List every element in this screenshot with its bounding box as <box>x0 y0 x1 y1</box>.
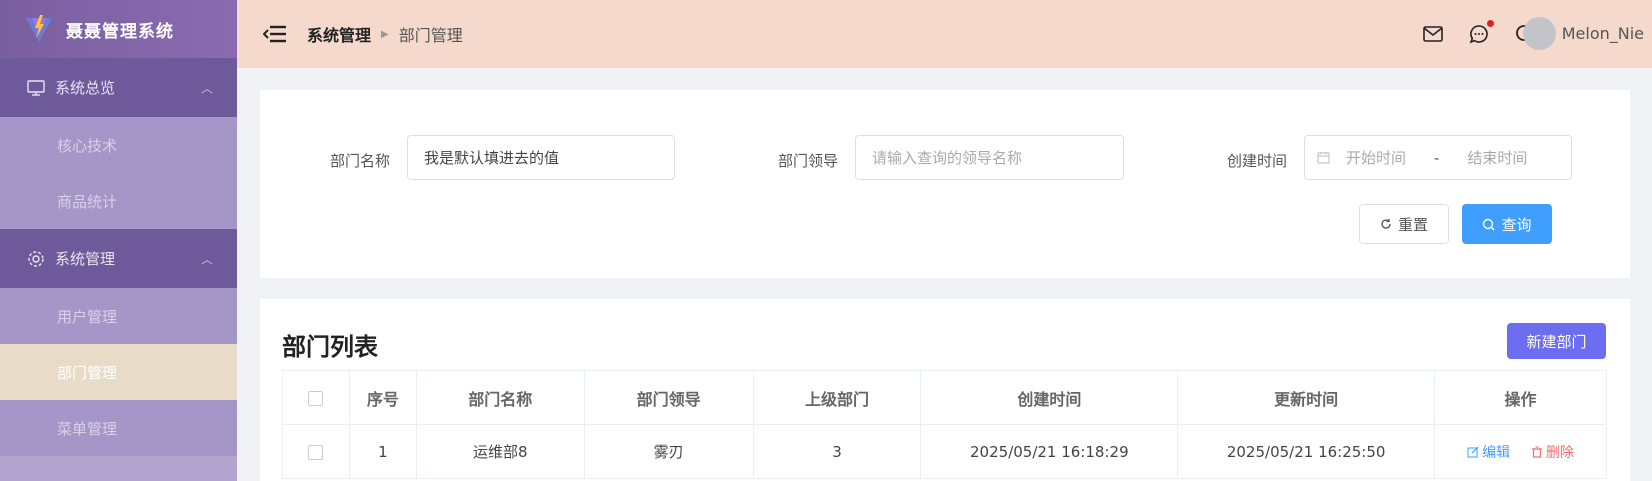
app-title: 聂聂管理系统 <box>66 21 174 42</box>
avatar[interactable] <box>1522 17 1556 50</box>
edit-label: 编辑 <box>1482 444 1511 461</box>
breadcrumb-separator-icon: ▶ <box>381 28 389 40</box>
top-header: 系统管理 ▶ 部门管理 Melon_Nie <box>237 0 1652 68</box>
range-separator: - <box>1434 148 1440 167</box>
reset-button[interactable]: 重置 <box>1359 204 1449 244</box>
cell-actions: 编辑 删除 <box>1434 424 1607 479</box>
refresh-icon <box>1380 218 1392 230</box>
date-range-picker[interactable]: 开始时间 - 结束时间 <box>1304 135 1572 180</box>
logo: 聂聂管理系统 <box>0 0 237 58</box>
select-all-cell <box>282 370 350 425</box>
username: Melon_Nie <box>1561 24 1644 43</box>
cell-updated: 2025/05/21 16:25:50 <box>1177 424 1436 479</box>
sidebar-item-label: 菜单管理 <box>57 419 118 438</box>
query-label: 查询 <box>1501 215 1532 234</box>
cell-dept-name: 运维部8 <box>415 424 585 479</box>
breadcrumb: 系统管理 ▶ 部门管理 <box>307 22 463 46</box>
department-table: 序号 部门名称 部门领导 上级部门 创建时间 更新时间 操作 1 运维部8 雾刃… <box>282 370 1607 479</box>
cell-leader: 雾刃 <box>583 424 754 479</box>
end-time-input[interactable]: 结束时间 <box>1467 147 1527 168</box>
cell-created: 2025/05/21 16:18:29 <box>920 424 1179 479</box>
column-header: 部门名称 <box>415 370 585 425</box>
delete-button[interactable]: 删除 <box>1531 442 1574 462</box>
table-row: 1 运维部8 雾刃 3 2025/05/21 16:18:29 2025/05/… <box>282 424 1607 479</box>
search-form: 部门名称 我是默认填进去的值 部门领导 请输入查询的领导名称 创建时间 开始时间… <box>260 90 1630 278</box>
menu-group-label: 系统管理 <box>55 250 116 268</box>
reset-label: 重置 <box>1397 215 1428 234</box>
sidebar-item-label: 商品统计 <box>57 192 118 211</box>
sidebar-item-label: 部门管理 <box>57 363 118 382</box>
created-time-label: 创建时间 <box>1227 152 1288 170</box>
sidebar-item-label: 核心技术 <box>57 136 118 155</box>
edit-icon <box>1467 446 1479 457</box>
chevron-up-icon: ︿ <box>200 81 213 95</box>
menu-group-overview[interactable]: 系统总览 ︿ <box>0 58 237 117</box>
mail-icon[interactable] <box>1421 22 1445 46</box>
chat-icon[interactable] <box>1467 20 1494 46</box>
dept-name-label: 部门名称 <box>330 152 391 170</box>
sidebar-item-menus[interactable]: 菜单管理 <box>0 400 237 456</box>
start-time-input[interactable]: 开始时间 <box>1346 147 1434 168</box>
leader-label: 部门领导 <box>778 152 839 170</box>
monitor-icon <box>27 79 45 97</box>
query-button[interactable]: 查询 <box>1462 204 1552 244</box>
column-header: 更新时间 <box>1177 370 1436 425</box>
sidebar-item-departments[interactable]: 部门管理 <box>0 344 237 400</box>
cell-parent: 3 <box>752 424 922 479</box>
column-header: 操作 <box>1434 370 1607 425</box>
logo-icon <box>26 15 52 42</box>
leader-input[interactable]: 请输入查询的领导名称 <box>855 135 1124 180</box>
search-icon <box>1482 218 1495 231</box>
user-menu[interactable]: Melon_Nie <box>1522 17 1644 50</box>
calendar-icon <box>1317 151 1330 164</box>
collapse-menu-icon[interactable] <box>263 24 287 44</box>
column-header: 序号 <box>348 370 417 425</box>
row-select-cell <box>282 424 350 479</box>
menu-group-system[interactable]: 系统管理 ︿ <box>0 229 237 288</box>
menu-group-label: 系统总览 <box>55 79 116 97</box>
select-all-checkbox[interactable] <box>308 391 324 406</box>
gear-icon <box>27 250 45 268</box>
sidebar-item-product-stats[interactable]: 商品统计 <box>0 173 237 229</box>
sidebar-item-users[interactable]: 用户管理 <box>0 288 237 344</box>
notification-dot <box>1487 20 1494 27</box>
chevron-up-icon: ︿ <box>200 252 213 266</box>
row-checkbox[interactable] <box>308 444 324 460</box>
dept-name-input[interactable]: 我是默认填进去的值 <box>407 135 675 180</box>
sidebar: 聂聂管理系统 系统总览 ︿ 核心技术 商品统计 系统管理 ︿ 用户管理 部门管理… <box>0 0 237 481</box>
column-header: 创建时间 <box>920 370 1179 425</box>
column-header: 上级部门 <box>752 370 922 425</box>
department-list-card: 部门列表 新建部门 序号 部门名称 部门领导 上级部门 创建时间 更新时间 操作… <box>260 299 1630 481</box>
delete-label: 删除 <box>1545 444 1574 461</box>
breadcrumb-item-current: 部门管理 <box>398 26 463 45</box>
table-header-row: 序号 部门名称 部门领导 上级部门 创建时间 更新时间 操作 <box>282 370 1607 425</box>
edit-button[interactable]: 编辑 <box>1467 442 1510 462</box>
sidebar-item-label: 用户管理 <box>57 307 118 326</box>
cell-index: 1 <box>348 424 417 479</box>
new-department-button[interactable]: 新建部门 <box>1507 323 1606 359</box>
breadcrumb-item[interactable]: 系统管理 <box>307 22 371 46</box>
trash-icon <box>1531 445 1542 458</box>
sidebar-item-core-tech[interactable]: 核心技术 <box>0 117 237 173</box>
column-header: 部门领导 <box>583 370 754 425</box>
list-title: 部门列表 <box>282 333 378 361</box>
